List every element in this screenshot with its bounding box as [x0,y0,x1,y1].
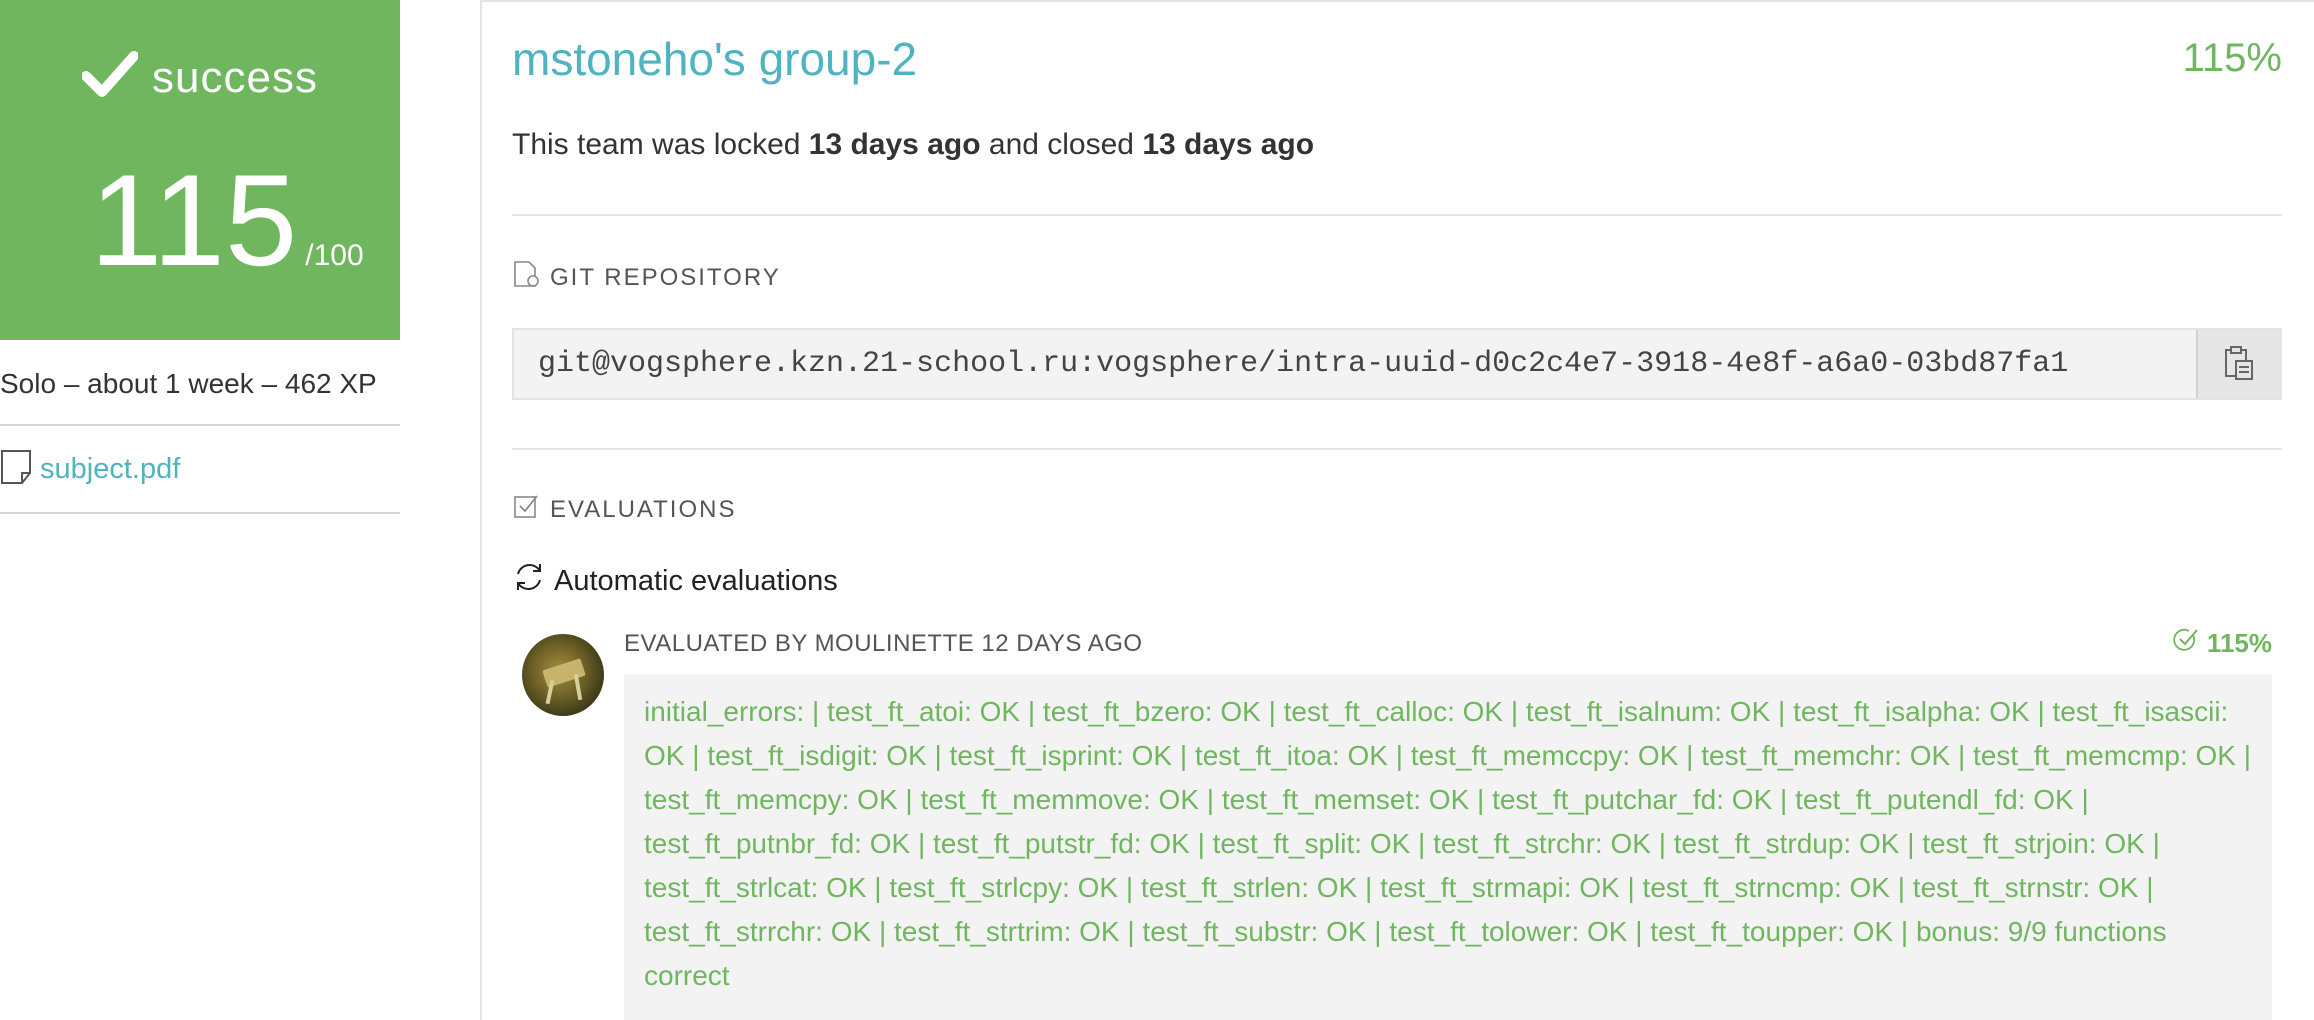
status-row: success [0,50,400,105]
evaluations-heading-label: EVALUATIONS [550,495,737,523]
check-circle-icon [2171,626,2199,661]
checkmark-icon [81,50,140,105]
git-file-icon [512,260,540,295]
closed-ago: 13 days ago [1142,128,1315,161]
document-icon [0,449,32,490]
status-label: success [152,52,318,102]
divider [512,214,2282,216]
team-title[interactable]: mstoneho's group-2 [512,32,917,86]
clipboard-icon [2220,344,2258,385]
lock-status: This team was locked 13 days ago and clo… [512,128,1314,162]
team-percent: 115% [2182,36,2282,80]
git-url-input[interactable] [514,330,2196,398]
locked-ago: 13 days ago [808,128,981,161]
project-meta: Solo – about 1 week – 462 XP [0,368,377,399]
automatic-evaluations-label: Automatic evaluations [554,564,838,597]
subject-pdf-link[interactable]: subject.pdf [40,453,180,486]
subject-row[interactable]: subject.pdf [0,426,400,512]
evaluator-avatar [522,634,604,716]
automatic-evaluations-heading: Automatic evaluations [512,560,838,602]
divider [0,512,400,514]
score-max: /100 [305,239,364,272]
evaluation-score-value: 115% [2206,628,2272,658]
evaluator-byline: EVALUATED BY MOULINETTE 12 DAYS AGO [624,630,1143,657]
evaluations-heading: EVALUATIONS [512,492,736,527]
score-value: 115 [90,147,298,293]
lock-prefix: This team was locked [512,128,809,161]
divider [512,448,2282,450]
final-score: 115 /100 [90,155,364,285]
project-summary-sidebar: success 115 /100 Solo – about 1 week – 4… [0,0,400,514]
refresh-icon [512,560,546,602]
team-panel: mstoneho's group-2 115% This team was lo… [480,0,2314,1020]
evaluation-result-text: initial_errors: | test_ft_atoi: OK | tes… [624,674,2272,1020]
copy-url-button[interactable] [2196,330,2280,398]
score-card: success 115 /100 [0,0,400,340]
checkbox-icon [512,492,540,527]
evaluation-score: 115% [2171,626,2272,661]
lock-middle: and closed [980,128,1143,161]
git-heading-label: GIT REPOSITORY [550,263,781,291]
git-repository-field [512,328,2282,400]
git-repository-heading: GIT REPOSITORY [512,260,781,295]
